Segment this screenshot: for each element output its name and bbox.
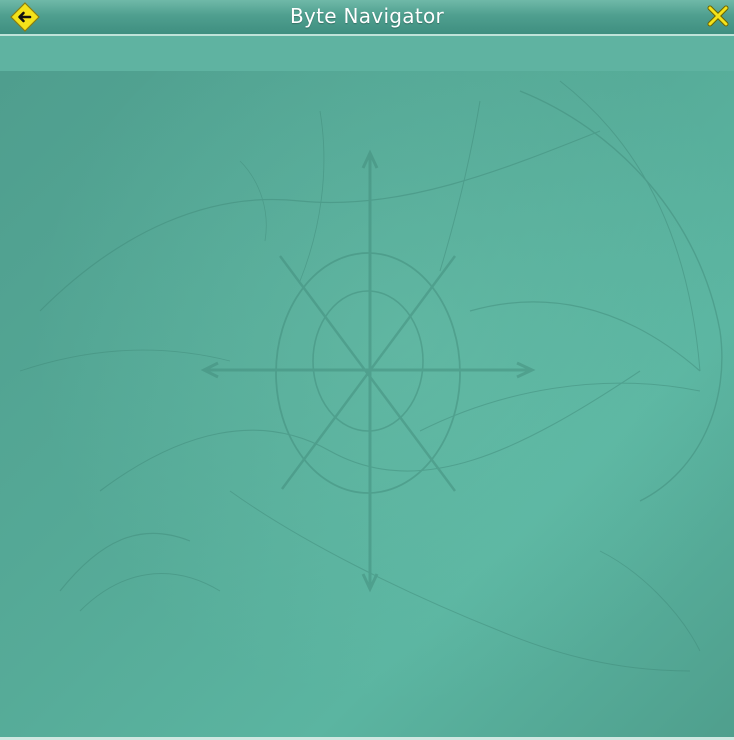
window-title: Byte Navigator xyxy=(289,4,445,28)
title-bar: Byte Navigator xyxy=(0,0,734,36)
content-area xyxy=(0,71,734,737)
background-compass-sketch xyxy=(19,80,723,672)
toolbar-strip xyxy=(0,36,734,72)
close-x-icon xyxy=(707,5,729,27)
app-window: Byte Navigator xyxy=(0,0,734,740)
close-button[interactable] xyxy=(706,5,730,27)
